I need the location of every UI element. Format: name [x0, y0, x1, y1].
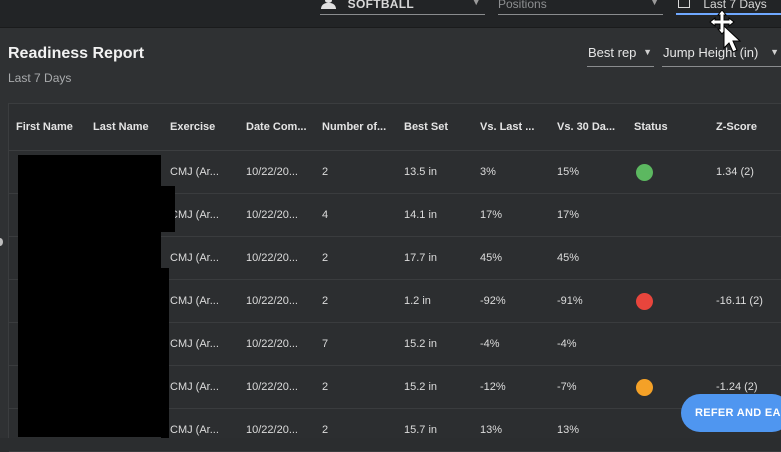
cell-exercise: CMJ (Ar...: [170, 424, 219, 436]
cell-vs-30-days: 13%: [557, 424, 580, 436]
cell-date-completed: 10/22/20...: [246, 252, 298, 264]
page-subtitle: Last 7 Days: [8, 71, 72, 85]
cell-number-of-sets: 2: [322, 424, 329, 436]
metric-select-value: Best rep: [588, 45, 637, 60]
sport-select-value: SOFTBALL: [347, 0, 415, 11]
sport-select[interactable]: SOFTBALL ▼: [320, 0, 485, 15]
cell-vs-last: 45%: [480, 252, 503, 264]
column-header-status[interactable]: Status: [634, 121, 694, 133]
scroll-handle[interactable]: [0, 238, 3, 246]
cell-best-set: 14.1 in: [404, 209, 438, 221]
status-indicator: [636, 164, 653, 181]
top-filter-bar: SOFTBALL ▼ Positions ▼ Last 7 Days: [0, 0, 781, 28]
cell-z-score: 1.34 (2): [716, 166, 754, 178]
cell-number-of-sets: 2: [322, 166, 329, 178]
cell-best-set: 15.7 in: [404, 424, 438, 436]
metric-select[interactable]: Best rep ▼: [587, 45, 654, 67]
positions-placeholder: Positions: [498, 0, 547, 11]
cell-date-completed: 10/22/20...: [246, 381, 298, 393]
cell-z-score: -1.24 (2): [716, 381, 758, 393]
cell-vs-30-days: 17%: [557, 209, 580, 221]
cell-best-set: 1.2 in: [404, 295, 431, 307]
redacted-names-block: [18, 155, 161, 437]
column-header-first-name[interactable]: First Name: [16, 121, 86, 133]
cell-exercise: CMJ (Ar...: [170, 338, 219, 350]
cell-best-set: 15.2 in: [404, 338, 438, 350]
cell-vs-last: 17%: [480, 209, 503, 221]
cell-vs-30-days: 15%: [557, 166, 580, 178]
cell-z-score: -16.11 (2): [716, 295, 763, 307]
cell-exercise: CMJ (Ar...: [170, 252, 219, 264]
column-header-last-name[interactable]: Last Name: [93, 121, 163, 133]
cell-vs-last: -12%: [480, 381, 506, 393]
cell-exercise: CMJ (Ar...: [170, 166, 219, 178]
column-header-number-of-sets[interactable]: Number of...: [322, 121, 394, 133]
chevron-down-icon: ▼: [643, 47, 652, 57]
column-header-vs-last[interactable]: Vs. Last ...: [480, 121, 546, 133]
cell-vs-last: -92%: [480, 295, 506, 307]
cell-vs-30-days: -91%: [557, 295, 583, 307]
cell-exercise: CMJ (Ar...: [170, 295, 219, 307]
positions-select[interactable]: Positions ▼: [498, 0, 663, 15]
readiness-report-panel: Readiness Report Last 7 Days Best rep ▼ …: [0, 28, 781, 452]
person-group-icon: [320, 0, 338, 10]
cell-number-of-sets: 4: [322, 209, 329, 221]
column-header-best-set[interactable]: Best Set: [404, 121, 470, 133]
cell-number-of-sets: 2: [322, 252, 329, 264]
chevron-down-icon: ▼: [471, 0, 481, 7]
chevron-down-icon: ▼: [770, 47, 779, 57]
column-header-z-score[interactable]: Z-Score: [716, 121, 776, 133]
cell-vs-30-days: -7%: [557, 381, 577, 393]
cell-vs-last: -4%: [480, 338, 500, 350]
page-title: Readiness Report: [8, 45, 145, 62]
calendar-icon: [678, 0, 690, 8]
cell-date-completed: 10/22/20...: [246, 209, 298, 221]
status-indicator: [636, 293, 653, 310]
cell-exercise: CMJ (Ar...: [170, 209, 219, 221]
cell-date-completed: 10/22/20...: [246, 295, 298, 307]
redacted-names-block: [161, 186, 175, 232]
cell-date-completed: 10/22/20...: [246, 424, 298, 436]
column-header-vs-30-days[interactable]: Vs. 30 Da...: [557, 121, 625, 133]
column-header-date-completed[interactable]: Date Com...: [246, 121, 313, 133]
chevron-down-icon: ▼: [650, 0, 659, 7]
cell-best-set: 17.7 in: [404, 252, 438, 264]
cell-vs-last: 3%: [480, 166, 496, 178]
cell-exercise: CMJ (Ar...: [170, 381, 219, 393]
move-cursor-icon: [709, 10, 742, 53]
cell-best-set: 15.2 in: [404, 381, 438, 393]
cell-vs-last: 13%: [480, 424, 503, 436]
cell-number-of-sets: 2: [322, 381, 329, 393]
status-indicator: [636, 379, 653, 396]
column-header-exercise[interactable]: Exercise: [170, 121, 240, 133]
cell-date-completed: 10/22/20...: [246, 166, 298, 178]
redacted-names-block: [161, 268, 169, 438]
refer-and-earn-button[interactable]: REFER AND EARN: [681, 394, 781, 432]
cell-number-of-sets: 2: [322, 295, 329, 307]
cell-best-set: 13.5 in: [404, 166, 438, 178]
cell-date-completed: 10/22/20...: [246, 338, 298, 350]
cell-number-of-sets: 7: [322, 338, 329, 350]
cell-vs-30-days: 45%: [557, 252, 580, 264]
table-header-row: First Name Last Name Exercise Date Com..…: [9, 104, 781, 151]
cell-vs-30-days: -4%: [557, 338, 577, 350]
